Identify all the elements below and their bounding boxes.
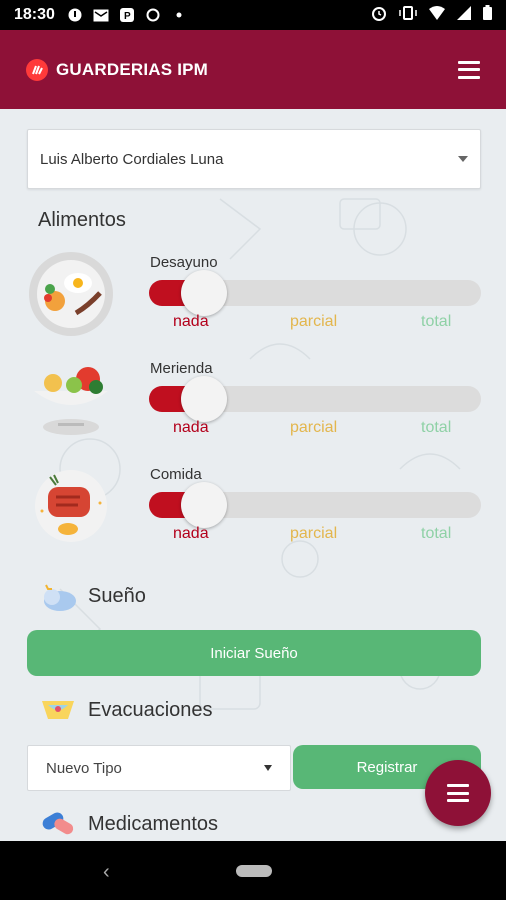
meal-row-desayuno: Desayuno nada parcial total <box>0 251 506 351</box>
level-nada-label: nada <box>173 525 209 542</box>
meal-label: Comida <box>150 466 202 483</box>
evacuation-type-value: Nuevo Tipo <box>46 759 122 777</box>
system-nav-bar: ‹ <box>0 841 506 900</box>
medicamentos-header: Medicamentos <box>38 807 218 841</box>
diaper-icon <box>42 701 74 719</box>
dot-icon <box>171 7 187 23</box>
level-total-label: total <box>421 419 452 436</box>
status-time: 18:30 <box>14 6 55 23</box>
battery-icon <box>483 5 492 25</box>
menu-icon[interactable] <box>458 60 480 79</box>
slider-thumb[interactable] <box>181 482 227 528</box>
level-parcial-label: parcial <box>290 525 338 542</box>
main-content: Luis Alberto Cordiales Luna Alimentos De… <box>0 109 506 841</box>
level-nada-label: nada <box>173 313 209 330</box>
chevron-down-icon <box>264 765 272 771</box>
mail-icon <box>93 7 109 23</box>
meal-label: Merienda <box>150 360 213 377</box>
p-icon: P <box>119 7 135 23</box>
level-total-label: total <box>421 525 452 542</box>
meal-row-merienda: Merienda nada parcial total <box>0 357 506 457</box>
app-bar: GUARDERIAS IPM <box>0 30 506 109</box>
sueno-title: Sueño <box>88 584 146 607</box>
level-total-label: total <box>421 313 452 330</box>
breakfast-icon <box>29 252 113 336</box>
sleep-cloud-icon <box>44 584 76 611</box>
level-parcial-label: parcial <box>290 419 338 436</box>
slider-thumb[interactable] <box>181 270 227 316</box>
home-pill-icon[interactable] <box>236 865 272 877</box>
meal-row-comida: Comida nada parcial total <box>0 463 506 563</box>
app-title: GUARDERIAS IPM <box>56 59 209 79</box>
chevron-down-icon <box>458 156 468 162</box>
meal-label: Desayuno <box>150 254 218 271</box>
wifi-icon <box>429 5 445 25</box>
meal-slider[interactable] <box>149 482 481 528</box>
vibrate-icon <box>399 5 417 25</box>
pills-icon <box>42 812 74 835</box>
fab-menu-button[interactable] <box>425 760 491 826</box>
back-icon[interactable]: ‹ <box>103 861 110 884</box>
menu-icon <box>447 784 469 802</box>
slider-thumb[interactable] <box>181 376 227 422</box>
signal-icon <box>457 5 471 25</box>
meal-slider[interactable] <box>149 376 481 422</box>
notification-icon <box>67 7 83 23</box>
start-sleep-button[interactable]: Iniciar Sueño <box>27 630 481 676</box>
status-bar: 18:30 P <box>0 0 506 30</box>
level-nada-label: nada <box>173 419 209 436</box>
medicamentos-title: Medicamentos <box>88 812 219 835</box>
child-select[interactable]: Luis Alberto Cordiales Luna <box>27 129 481 189</box>
child-select-value: Luis Alberto Cordiales Luna <box>40 150 224 168</box>
snack-icon <box>34 367 108 435</box>
meal-slider[interactable] <box>149 270 481 316</box>
evacuaciones-header: Evacuaciones <box>38 693 213 727</box>
alimentos-title: Alimentos <box>38 209 126 231</box>
alarm-icon <box>371 5 387 26</box>
chat-icon <box>145 7 161 23</box>
evacuaciones-title: Evacuaciones <box>88 698 213 721</box>
lunch-icon <box>35 470 107 542</box>
sueno-header: Sueño <box>38 579 146 613</box>
level-parcial-label: parcial <box>290 313 338 330</box>
svg-text:P: P <box>124 11 131 22</box>
evacuation-type-select[interactable]: Nuevo Tipo <box>27 745 291 791</box>
app-logo-icon <box>26 58 48 81</box>
